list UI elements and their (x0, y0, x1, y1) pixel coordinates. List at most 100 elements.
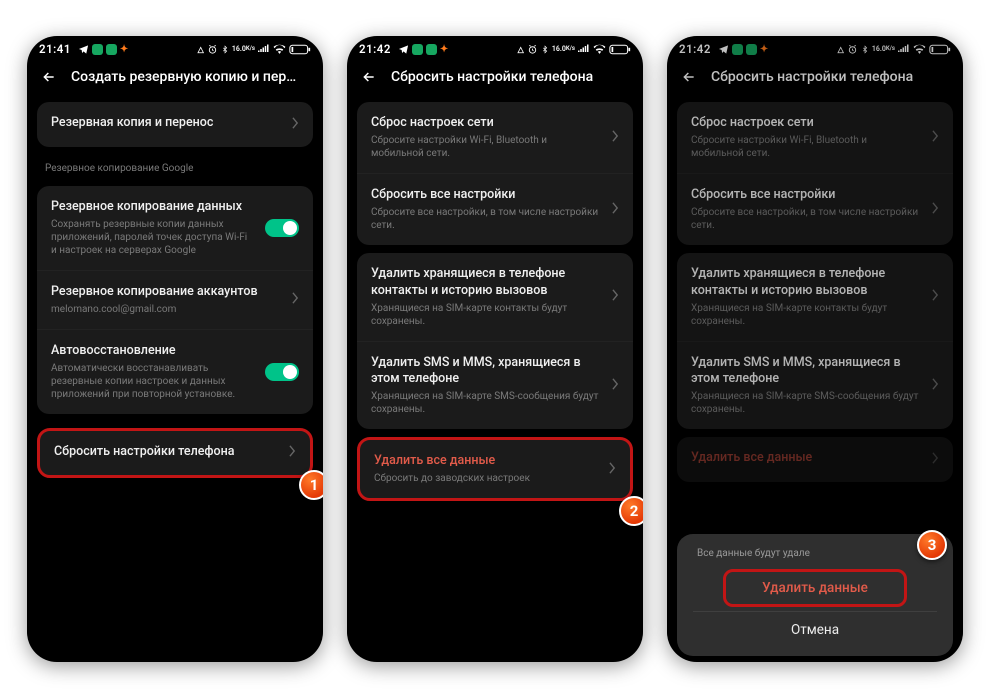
toggle-autorestore[interactable] (265, 363, 299, 381)
volte-icon: △ (518, 45, 524, 54)
phone-screen-2: 21:42 ✦ △ 16.0K/s Сбросить настройки тел… (347, 36, 643, 662)
row-label: Удалить хранящиеся в телефоне контакты и… (691, 266, 922, 300)
row-autorestore[interactable]: Автовосстановление Автоматически восстан… (37, 329, 313, 414)
app-icon-2 (746, 44, 757, 55)
row-label: Сброс настроек сети (371, 115, 602, 132)
status-bar: 21:42 ✦ △ 16.0K/s (347, 36, 643, 58)
app-icon-1 (732, 44, 743, 55)
row-sub: Сбросите все настройки, в том числе наст… (371, 206, 602, 232)
chevron-right-icon (609, 462, 616, 477)
row-backup-transfer[interactable]: Резервная копия и перенос (37, 102, 313, 147)
status-time: 21:41 (39, 42, 71, 56)
row-label: Сбросить все настройки (371, 187, 602, 204)
back-icon[interactable] (361, 68, 379, 86)
row-erase-all-data[interactable]: Удалить все данные Сбросить до заводских… (360, 440, 630, 498)
row-delete-contacts[interactable]: Удалить хранящиеся в телефоне контакты и… (357, 253, 633, 341)
row-sub: Сбросить до заводских настроек (374, 472, 599, 485)
status-bar: 21:42 ✦ △ 16.0K/s (667, 36, 963, 58)
status-time: 21:42 (679, 42, 711, 56)
row-label: Удалить все данные (691, 450, 922, 467)
net-speed: 16.0K/s (552, 46, 575, 53)
battery-icon (289, 44, 311, 55)
row-sub: Хранящиеся на SIM-карте контакты будут с… (371, 302, 602, 328)
chevron-right-icon (612, 202, 619, 217)
row-reset-network[interactable]: Сброс настроек сети Сбросите настройки W… (677, 102, 953, 173)
chevron-right-icon (612, 130, 619, 145)
status-bar: 21:41 ✦ △ 16.0K/s (27, 36, 323, 58)
phone-screen-3: 21:42 ✦ △ 16.0K/s Сбросить настройки тел… (667, 36, 963, 662)
wifi-icon (913, 44, 926, 54)
volte-icon: △ (198, 45, 204, 54)
chevron-right-icon (612, 289, 619, 304)
chevron-right-icon (289, 445, 296, 460)
telegram-icon (718, 44, 729, 55)
telegram-icon (78, 44, 89, 55)
app-icon-3: ✦ (760, 44, 768, 55)
section-reset-highlight: Сбросить настройки телефона (37, 428, 313, 479)
row-delete-sms[interactable]: Удалить SMS и MMS, хранящиеся в этом тел… (357, 341, 633, 430)
row-reset-all-settings[interactable]: Сбросить все настройки Сбросите все наст… (357, 173, 633, 245)
section-delete-data: Удалить хранящиеся в телефоне контакты и… (677, 253, 953, 430)
alarm-icon (527, 44, 538, 55)
row-reset-phone[interactable]: Сбросить настройки телефона (40, 431, 310, 476)
section-google-backup: Резервное копирование данных Сохранять р… (37, 186, 313, 414)
row-label: Удалить SMS и MMS, хранящиеся в этом тел… (691, 355, 922, 389)
title-bar: Создать резервную копию и перезаг.. (27, 58, 323, 94)
back-icon[interactable] (681, 68, 699, 86)
signal-icon (578, 44, 590, 54)
row-data-backup[interactable]: Резервное копирование данных Сохранять р… (37, 186, 313, 270)
phone-screen-1: 21:41 ✦ △ 16.0K/s Создать резервную копи… (27, 36, 323, 662)
battery-icon (609, 44, 631, 55)
volte-icon: △ (838, 45, 844, 54)
row-label: Резервное копирование данных (51, 199, 255, 216)
status-time: 21:42 (359, 42, 391, 56)
section-label-google: Резервное копирование Google (27, 155, 323, 178)
step-badge-1: 1 (299, 470, 323, 500)
confirm-sheet: Все данные будут удале Удалить данные От… (677, 534, 953, 656)
page-title: Сбросить настройки телефона (391, 69, 593, 85)
sheet-confirm-highlight: Удалить данные (723, 569, 907, 607)
bluetooth-icon (221, 44, 229, 55)
alarm-icon (847, 44, 858, 55)
net-speed: 16.0K/s (872, 46, 895, 53)
title-bar: Сбросить настройки телефона (667, 58, 963, 94)
row-label: Сбросить настройки телефона (54, 444, 279, 461)
row-reset-all-settings[interactable]: Сбросить все настройки Сбросите все наст… (677, 173, 953, 245)
row-sub: Автоматически восстанавливать резервные … (51, 362, 255, 401)
bluetooth-icon (541, 44, 549, 55)
sheet-note: Все данные будут удале (693, 548, 937, 559)
section-delete-data: Удалить хранящиеся в телефоне контакты и… (357, 253, 633, 430)
step-badge-3: 3 (917, 530, 947, 560)
telegram-icon (398, 44, 409, 55)
row-sub: Хранящиеся на SIM-карте SMS-сообщения бу… (691, 390, 922, 416)
app-icon-2 (106, 44, 117, 55)
row-reset-network[interactable]: Сброс настроек сети Сбросите настройки W… (357, 102, 633, 173)
chevron-right-icon (292, 292, 299, 307)
row-delete-contacts[interactable]: Удалить хранящиеся в телефоне контакты и… (677, 253, 953, 341)
toggle-data-backup[interactable] (265, 219, 299, 237)
row-erase-all-data[interactable]: Удалить все данные (677, 437, 953, 482)
bluetooth-icon (861, 44, 869, 55)
signal-icon (258, 44, 270, 54)
row-label: Удалить все данные (374, 453, 599, 470)
confirm-delete-button[interactable]: Удалить данные (738, 578, 892, 598)
row-label: Сброс настроек сети (691, 115, 922, 132)
chevron-right-icon (292, 117, 299, 132)
row-label: Автовосстановление (51, 343, 255, 360)
page-title: Создать резервную копию и перезаг.. (71, 69, 301, 85)
battery-icon (929, 44, 951, 55)
wifi-icon (273, 44, 286, 54)
section-reset-settings: Сброс настроек сети Сбросите настройки W… (357, 102, 633, 245)
page-title: Сбросить настройки телефона (711, 69, 913, 85)
cancel-button[interactable]: Отмена (693, 611, 937, 648)
row-label: Резервная копия и перенос (51, 115, 282, 132)
row-label: Сбросить все настройки (691, 187, 922, 204)
net-speed: 16.0K/s (232, 46, 255, 53)
row-delete-sms[interactable]: Удалить SMS и MMS, хранящиеся в этом тел… (677, 341, 953, 430)
row-account-backup[interactable]: Резервное копирование аккаунтов melomano… (37, 270, 313, 329)
section-erase: Удалить все данные (677, 437, 953, 482)
back-icon[interactable] (41, 68, 59, 86)
section-erase-highlight: Удалить все данные Сбросить до заводских… (357, 437, 633, 501)
chevron-right-icon (612, 378, 619, 393)
app-icon-1 (412, 44, 423, 55)
